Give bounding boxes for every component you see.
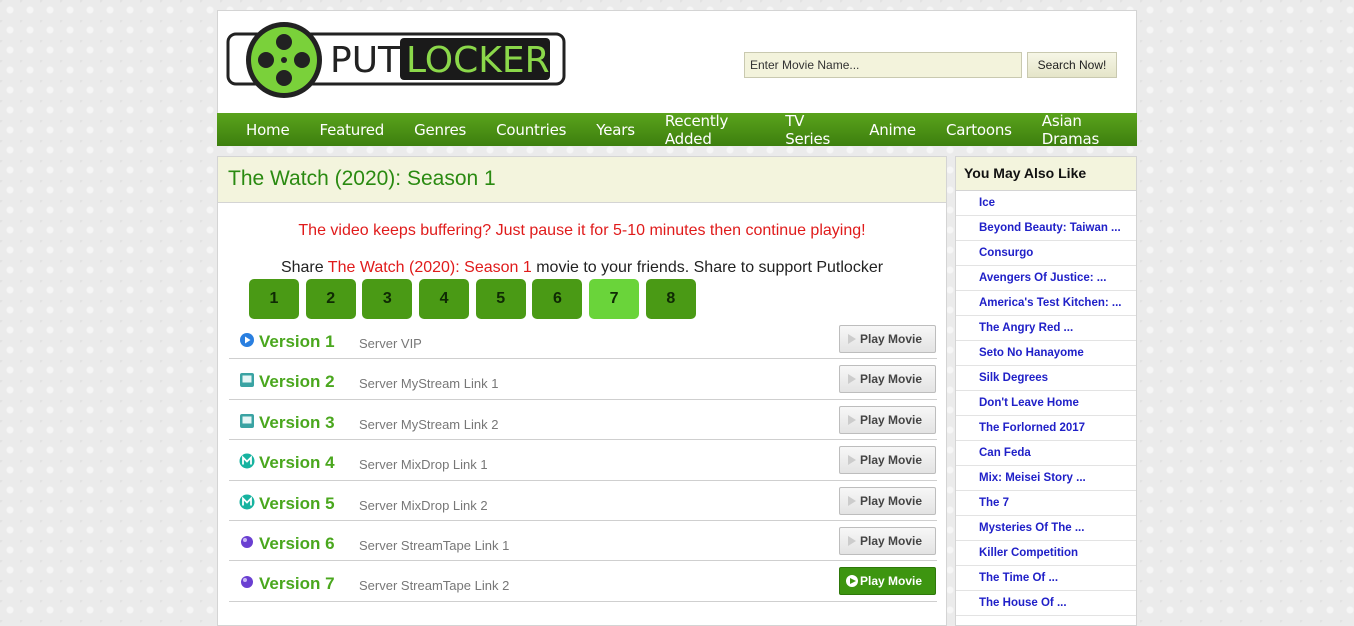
play-movie-button[interactable]: Play Movie: [839, 365, 936, 394]
nav-genres[interactable]: Genres: [399, 121, 481, 139]
share-text: Share The Watch (2020): Season 1 movie t…: [218, 259, 946, 277]
main-content: The Watch (2020): Season 1 The video kee…: [217, 156, 947, 626]
sidebar: You May Also Like Ice Beyond Beauty: Tai…: [955, 156, 1137, 626]
related-item[interactable]: The Forlorned 2017: [956, 416, 1136, 441]
related-item[interactable]: Consurgo: [956, 241, 1136, 266]
search-input[interactable]: Enter Movie Name...: [744, 52, 1022, 78]
nav-recently-added[interactable]: Recently Added: [650, 112, 770, 148]
episode-button-1[interactable]: 1: [249, 279, 299, 319]
logo-text-locker: LOCKER: [406, 40, 550, 81]
episode-button-7[interactable]: 7: [589, 279, 640, 319]
streamtape-icon: [241, 576, 253, 589]
streamtape-icon: [241, 535, 253, 548]
episode-button-4[interactable]: 4: [419, 279, 470, 319]
play-movie-button[interactable]: Play Movie: [839, 486, 936, 515]
nav-years[interactable]: Years: [581, 121, 650, 139]
related-item[interactable]: The Time Of ...: [956, 566, 1136, 591]
logo-text-put: PUT: [330, 40, 401, 81]
play-movie-button[interactable]: Play Movie: [839, 446, 936, 475]
share-title: The Watch (2020): Season 1: [327, 259, 532, 276]
version-row: Version 3 Server MyStream Link 2 Play Mo…: [229, 400, 937, 441]
version-list: Version 1 Server VIP Play Movie Version …: [229, 319, 937, 602]
version-row: Version 6 Server StreamTape Link 1 Play …: [229, 521, 937, 562]
episode-button-2[interactable]: 2: [305, 279, 356, 319]
sidebar-title: You May Also Like: [956, 157, 1136, 191]
version-row: Version 7 Server StreamTape Link 2 Play …: [229, 561, 937, 602]
version-row: Version 1 Server VIP Play Movie: [229, 319, 937, 360]
related-item[interactable]: Mysteries Of The ...: [956, 516, 1136, 541]
related-item[interactable]: Can Feda: [956, 441, 1136, 466]
related-item[interactable]: Ice: [956, 191, 1136, 216]
server-name: Server MixDrop Link 1: [359, 457, 488, 473]
related-item[interactable]: Seto No Hanayome: [956, 341, 1136, 366]
server-name: Server MyStream Link 2: [359, 416, 499, 432]
version-label: Version 3: [259, 412, 335, 432]
play-movie-button[interactable]: Play Movie: [839, 325, 936, 353]
buffering-notice: The video keeps buffering? Just pause it…: [298, 222, 866, 239]
related-item[interactable]: The House Of ...: [956, 591, 1136, 616]
mystream-icon: [240, 413, 254, 428]
version-label: Version 7: [259, 574, 335, 594]
share-suffix: movie to your friends. Share to support …: [536, 259, 884, 276]
nav-countries[interactable]: Countries: [481, 121, 581, 139]
title-bar: The Watch (2020): Season 1: [218, 157, 946, 203]
share-prefix: Share: [280, 259, 324, 276]
related-item[interactable]: Silk Degrees: [956, 366, 1136, 391]
nav-home[interactable]: Home: [231, 121, 305, 139]
server-name: Server VIP: [359, 336, 422, 351]
related-item[interactable]: America's Test Kitchen: ...: [956, 291, 1136, 316]
related-item[interactable]: The 7: [956, 491, 1136, 516]
mystream-icon: [240, 373, 254, 388]
mixdrop-icon: [239, 494, 255, 510]
episode-list: 1 2 3 4 5 6 7 8: [249, 279, 703, 319]
episode-button-5[interactable]: 5: [475, 279, 526, 319]
version-label: Version 5: [259, 493, 335, 513]
search-button[interactable]: Search Now!: [1027, 52, 1117, 78]
play-movie-button[interactable]: Play Movie: [839, 526, 936, 555]
mixdrop-icon: [239, 453, 255, 469]
version-label: Version 4: [259, 453, 335, 473]
episode-button-6[interactable]: 6: [532, 279, 583, 319]
related-item[interactable]: Beyond Beauty: Taiwan ...: [956, 216, 1136, 241]
nav-tv-series[interactable]: TV Series: [770, 112, 854, 148]
version-label: Version 6: [259, 533, 335, 553]
version-row: Version 2 Server MyStream Link 1 Play Mo…: [229, 359, 937, 400]
related-item[interactable]: Don't Leave Home: [956, 391, 1136, 416]
version-label: Version 1: [259, 332, 335, 351]
nav-asian-dramas[interactable]: Asian Dramas: [1027, 112, 1137, 148]
related-item[interactable]: Avengers Of Justice: ...: [956, 266, 1136, 291]
nav-cartoons[interactable]: Cartoons: [931, 121, 1027, 139]
server-name: Server StreamTape Link 1: [359, 537, 510, 553]
related-item[interactable]: The Angry Red ...: [956, 316, 1136, 341]
version-label: Version 2: [259, 372, 335, 392]
version-row: Version 5 Server MixDrop Link 2 Play Mov…: [229, 481, 937, 521]
related-list: Ice Beyond Beauty: Taiwan ... Consurgo A…: [956, 191, 1136, 616]
episode-button-3[interactable]: 3: [362, 279, 413, 319]
play-movie-button[interactable]: Play Movie: [839, 567, 936, 596]
server-name: Server MyStream Link 1: [359, 376, 499, 392]
page-title: The Watch (2020): Season 1: [228, 167, 496, 190]
play-circle-icon: [240, 333, 254, 347]
related-item[interactable]: Killer Competition: [956, 541, 1136, 566]
episode-button-8[interactable]: 8: [645, 279, 696, 319]
nav-anime[interactable]: Anime: [854, 121, 931, 139]
version-row: Version 4 Server MixDrop Link 1 Play Mov…: [229, 440, 937, 481]
related-item[interactable]: Mix: Meisei Story ...: [956, 466, 1136, 491]
nav-featured[interactable]: Featured: [305, 121, 400, 139]
putlocker-logo[interactable]: PUT LOCKER: [226, 20, 566, 100]
main-nav: Home Featured Genres Countries Years Rec…: [217, 112, 1137, 148]
server-name: Server MixDrop Link 2: [359, 497, 488, 513]
server-name: Server StreamTape Link 2: [359, 578, 510, 594]
site-header: PUT LOCKER Enter Movie Name... Search No…: [217, 10, 1137, 113]
play-movie-button[interactable]: Play Movie: [839, 405, 936, 434]
